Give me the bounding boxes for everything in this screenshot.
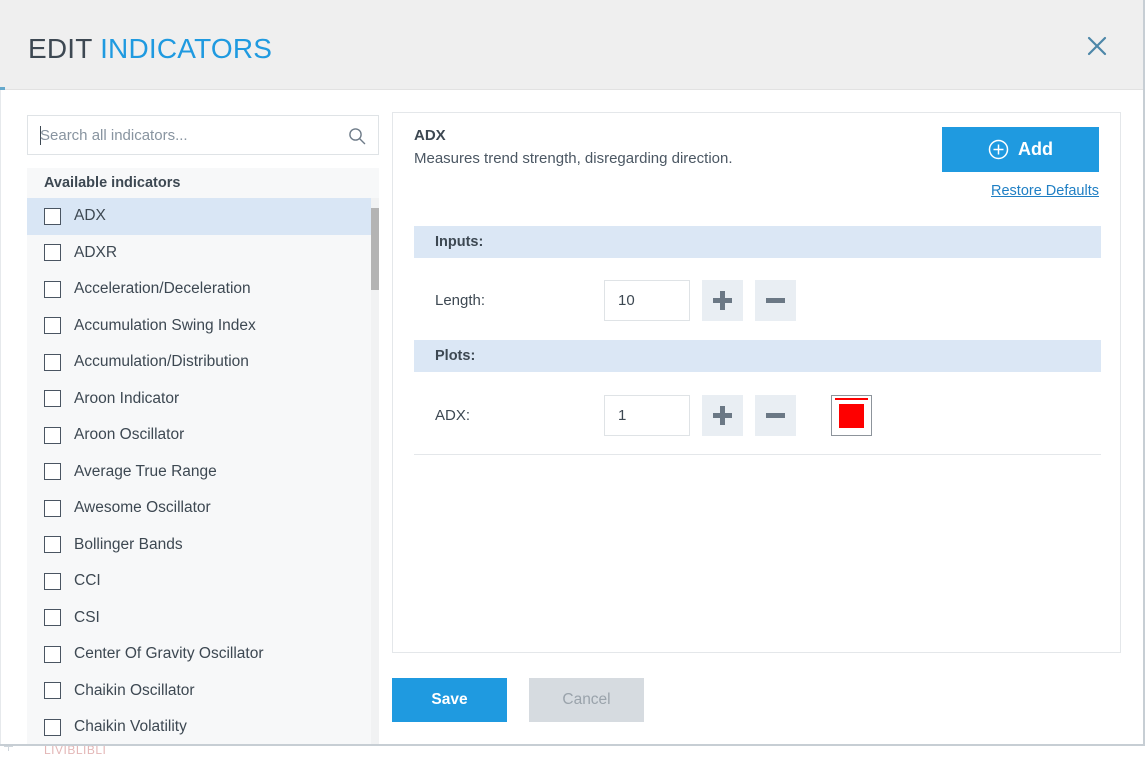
list-item-label: Awesome Oscillator [74, 499, 211, 517]
save-button[interactable]: Save [392, 678, 507, 722]
list-item-label: Chaikin Volatility [74, 718, 187, 736]
list-item[interactable]: Chaikin Oscillator [27, 673, 379, 710]
input-value-length[interactable] [604, 280, 690, 321]
list-item[interactable]: Center Of Gravity Oscillator [27, 636, 379, 673]
list-item-label: Aroon Oscillator [74, 426, 184, 444]
list-item[interactable]: ADXR [27, 235, 379, 272]
cancel-button[interactable]: Cancel [529, 678, 644, 722]
modal-body: Available indicators ADX ADXR Acceleration… [0, 90, 1143, 744]
circle-plus-icon [988, 139, 1009, 160]
edit-indicators-modal: EDIT INDICATORS [0, 0, 1145, 746]
checkbox-icon[interactable] [44, 682, 61, 699]
checkbox-icon[interactable] [44, 281, 61, 298]
indicator-detail-panel: ADX Measures trend strength, disregardin… [392, 112, 1121, 742]
indicator-browser-panel: Available indicators ADX ADXR Acceleration… [27, 115, 379, 744]
color-swatch-top-line [835, 398, 868, 400]
list-item[interactable]: CSI [27, 600, 379, 637]
list-item-label: Bollinger Bands [74, 536, 183, 554]
plot-adx-decrement-button[interactable] [755, 395, 796, 436]
list-item-label: Accumulation Swing Index [74, 317, 256, 335]
modal-footer: Save Cancel [392, 678, 1121, 742]
list-item-label: Average True Range [74, 463, 217, 481]
plus-icon [713, 291, 732, 310]
indicator-list-scrollbar-track[interactable] [371, 198, 379, 744]
list-item[interactable]: Accumulation Swing Index [27, 308, 379, 345]
list-item-label: Acceleration/Deceleration [74, 280, 251, 298]
list-item-label: Accumulation/Distribution [74, 353, 249, 371]
checkbox-icon[interactable] [44, 646, 61, 663]
list-item[interactable]: Aroon Indicator [27, 381, 379, 418]
checkbox-icon[interactable] [44, 719, 61, 736]
checkbox-icon[interactable] [44, 609, 61, 626]
list-item-label: CCI [74, 572, 101, 590]
plots-section-header: Plots: [414, 340, 1101, 372]
restore-defaults-link[interactable]: Restore Defaults [991, 183, 1099, 199]
page-title-accent: INDICATORS [100, 33, 272, 64]
plot-adx-increment-button[interactable] [702, 395, 743, 436]
input-row-length: Length: [414, 278, 1101, 322]
edit-indicators-screen: LIVIBLIBLI EDIT INDICATORS [0, 0, 1145, 764]
list-item-label: Chaikin Oscillator [74, 682, 195, 700]
plot-value-adx[interactable] [604, 395, 690, 436]
inputs-section-header: Inputs: [414, 226, 1101, 258]
indicator-description: Measures trend strength, disregarding di… [414, 150, 733, 167]
plus-icon [713, 406, 732, 425]
plot-row-adx: ADX: [414, 393, 1101, 437]
search-box[interactable] [27, 115, 379, 155]
plot-label-adx: ADX: [414, 407, 604, 424]
add-indicator-label: Add [1018, 139, 1053, 160]
indicator-name: ADX [414, 127, 446, 144]
input-label-length: Length: [414, 292, 604, 309]
minus-icon [766, 406, 785, 425]
list-item[interactable]: Average True Range [27, 454, 379, 491]
list-item-label: Aroon Indicator [74, 390, 179, 408]
modal-header: EDIT INDICATORS [0, 0, 1143, 90]
list-item[interactable]: CCI [27, 563, 379, 600]
input-length-increment-button[interactable] [702, 280, 743, 321]
list-item[interactable]: Aroon Oscillator [27, 417, 379, 454]
checkbox-icon[interactable] [44, 500, 61, 517]
checkbox-icon[interactable] [44, 536, 61, 553]
search-input[interactable] [40, 116, 336, 154]
indicator-list[interactable]: ADX ADXR Acceleration/Deceleration Accumula… [27, 198, 379, 744]
list-item-label: Center Of Gravity Oscillator [74, 645, 264, 663]
list-item[interactable]: Acceleration/Deceleration [27, 271, 379, 308]
minus-icon [766, 291, 785, 310]
checkbox-icon[interactable] [44, 463, 61, 480]
color-swatch-fill [839, 404, 864, 428]
checkbox-icon[interactable] [44, 244, 61, 261]
list-item[interactable]: Bollinger Bands [27, 527, 379, 564]
plot-adx-color-swatch[interactable] [831, 395, 872, 436]
add-indicator-button[interactable]: Add [942, 127, 1099, 172]
checkbox-icon[interactable] [44, 317, 61, 334]
page-title: EDIT INDICATORS [28, 33, 272, 65]
indicator-list-scrollbar-thumb[interactable] [371, 208, 379, 290]
checkbox-icon[interactable] [44, 390, 61, 407]
checkbox-icon[interactable] [44, 427, 61, 444]
list-item-label: ADXR [74, 244, 117, 262]
checkbox-icon[interactable] [44, 208, 61, 225]
available-indicators-panel: Available indicators ADX ADXR Acceleration… [27, 168, 379, 744]
input-length-decrement-button[interactable] [755, 280, 796, 321]
checkbox-icon[interactable] [44, 354, 61, 371]
list-item-label: ADX [74, 207, 106, 225]
list-item[interactable]: ADX [27, 198, 379, 235]
page-title-primary: EDIT [28, 33, 92, 64]
close-icon[interactable] [1083, 32, 1111, 60]
list-item-label: CSI [74, 609, 100, 627]
search-icon [348, 127, 366, 145]
list-item[interactable]: Awesome Oscillator [27, 490, 379, 527]
list-item[interactable]: Accumulation/Distribution [27, 344, 379, 381]
indicator-settings-card: ADX Measures trend strength, disregardin… [392, 112, 1121, 653]
plots-row-divider [414, 454, 1101, 455]
list-item[interactable]: Chaikin Volatility [27, 709, 379, 744]
checkbox-icon[interactable] [44, 573, 61, 590]
available-indicators-header: Available indicators [27, 168, 379, 198]
